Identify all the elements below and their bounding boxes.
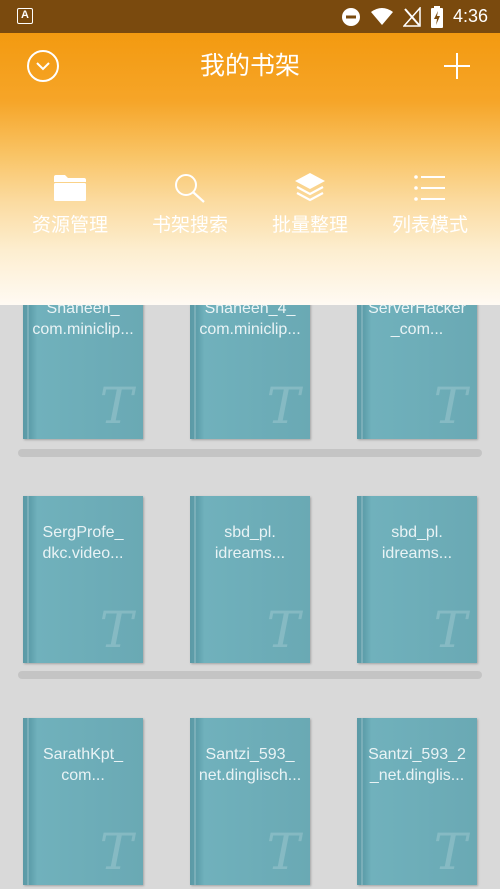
search-icon [175,174,205,203]
book-watermark: T [433,823,467,881]
shelf-row-2: SergProfe_ dkc.video... T sbd_pl. idreams.… [0,496,500,686]
tool-label: 资源管理 [31,214,108,236]
resource-manager-button[interactable]: 资源管理 [10,168,130,237]
book-cover[interactable]: Santzi_593_2 _net.dinglis... T [357,718,477,885]
book-watermark: T [433,601,467,659]
tool-label: 列表模式 [391,214,468,236]
do-not-disturb-icon [341,7,360,26]
book-cover[interactable]: SarathKpt_ com... T [23,718,143,885]
shelf-board [18,449,482,457]
wifi-icon [370,7,393,25]
book-title: Santzi_593_2 _net.dinglis... [368,746,466,784]
book-watermark: T [99,601,133,659]
book-title: SarathKpt_ com... [42,746,124,784]
toolbar: 资源管理 书架搜索 批量整理 列表模式 [10,168,490,237]
book-title: SergProfe_ dkc.video... [42,524,124,562]
book-watermark: T [266,377,300,435]
book-watermark: T [99,377,133,435]
folder-icon [54,175,86,201]
book-cover[interactable]: SergProfe_ dkc.video... T [23,496,143,663]
book-title: Santzi_593_ net.dinglisch... [198,746,302,784]
batch-organize-button[interactable]: 批量整理 [250,168,370,237]
shelf-row-3: SarathKpt_ com... T Santzi_593_ net.dingli… [0,718,500,889]
book-title: sbd_pl. idreams... [214,524,286,562]
book-watermark: T [99,823,133,881]
tool-label: 批量整理 [271,214,348,236]
shelf-search-button[interactable]: 书架搜索 [130,168,250,237]
book-watermark: T [266,823,300,881]
add-button[interactable] [442,51,472,81]
shelf-board [18,671,482,679]
book-cover[interactable]: Santzi_593_ net.dinglisch... T [190,718,310,885]
app-notification-icon: A [17,8,33,24]
book-watermark: T [266,601,300,659]
status-bar: A 4:36 [0,0,500,33]
page-title: 我的书架 [199,51,300,80]
list-mode-button[interactable]: 列表模式 [370,168,490,237]
book-title: sbd_pl. idreams... [381,524,453,562]
layers-icon [295,173,325,202]
header-panel: 我的书架 资源管理 书架搜索 批量整理 列表模式 [0,33,500,305]
book-watermark: T [433,377,467,435]
clock: 4:36 [452,6,488,26]
tool-label: 书架搜索 [151,214,228,236]
status-icons: 4:36 [341,0,488,33]
book-cover[interactable]: sbd_pl. idreams... T [190,496,310,663]
no-signal-icon [402,6,421,27]
book-cover[interactable]: sbd_pl. idreams... T [357,496,477,663]
list-icon [414,175,445,201]
battery-charging-icon [430,5,443,28]
